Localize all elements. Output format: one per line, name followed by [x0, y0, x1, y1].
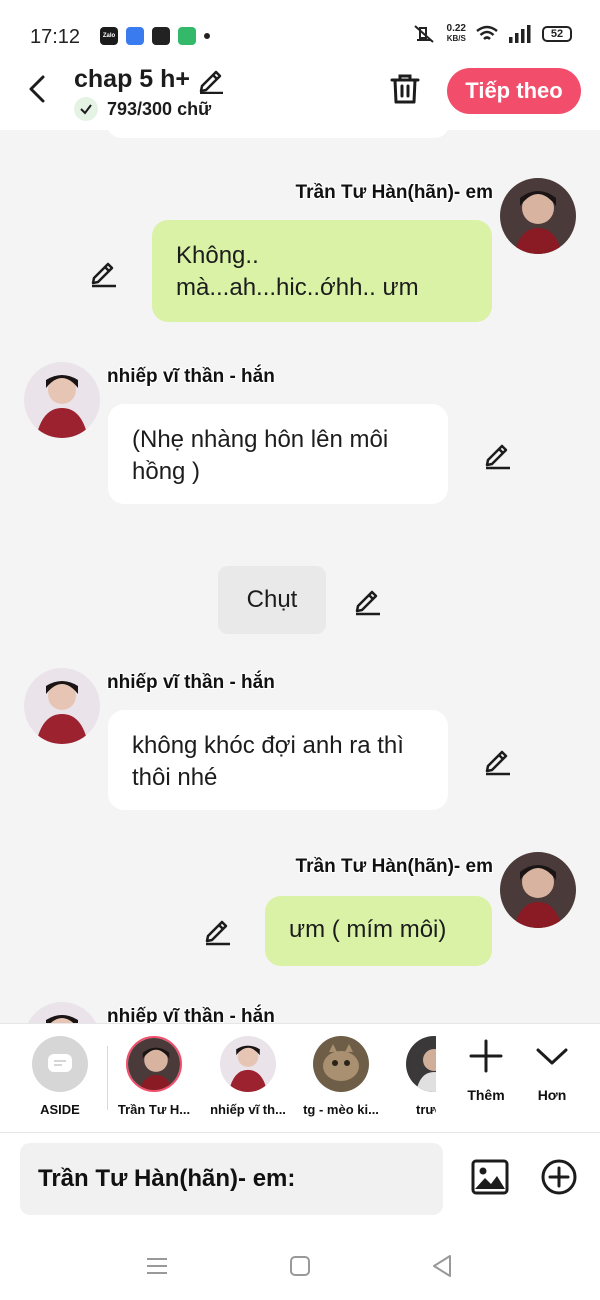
avatar	[406, 1036, 436, 1092]
message-bubble[interactable]: ưm ( mím môi)	[265, 896, 492, 966]
character-label: trươn	[416, 1102, 436, 1117]
network-speed: 0.22 KB/S	[446, 23, 466, 44]
character-selector: ASIDE Trần Tư H... nhiếp vĩ th... tg - m…	[0, 1023, 600, 1133]
character-label: ASIDE	[40, 1102, 80, 1117]
delete-button[interactable]	[388, 72, 422, 106]
check-icon	[74, 97, 98, 121]
image-icon[interactable]	[470, 1157, 510, 1197]
mute-icon	[413, 25, 434, 43]
avatar[interactable]	[24, 668, 100, 744]
next-button[interactable]: Tiếp theo	[447, 68, 581, 114]
avatar	[313, 1036, 369, 1092]
message-bubble[interactable]: (Nhẹ nhàng hôn lên môi hồng )	[108, 404, 448, 504]
divider	[107, 1046, 108, 1110]
status-time: 17:12	[30, 26, 81, 48]
home-icon[interactable]	[285, 1251, 315, 1281]
edit-message-icon[interactable]	[352, 584, 384, 616]
character-label: tg - mèo ki...	[303, 1102, 379, 1117]
wifi-icon	[476, 25, 498, 40]
message-input[interactable]: Trần Tư Hàn(hãn)- em:	[20, 1143, 443, 1215]
sender-name: nhiếp vĩ thần - hắn	[107, 1006, 275, 1023]
avatar	[220, 1036, 276, 1092]
more-button[interactable]: Hơn	[522, 1038, 582, 1103]
previous-message-bubble[interactable]	[107, 130, 449, 138]
character-item[interactable]: tg - mèo ki...	[296, 1036, 386, 1117]
character-item[interactable]: Trần Tư H...	[109, 1036, 199, 1117]
top-bar: chap 5 h+ 793/300 chữ Tiếp theo	[0, 60, 600, 130]
notification-icons: Zalo	[100, 27, 210, 45]
chevron-down-icon	[536, 1048, 568, 1065]
more-label: Hơn	[537, 1087, 567, 1103]
plus-icon	[469, 1039, 503, 1073]
message-bubble[interactable]: không khóc đợi anh ra thì thôi nhé	[108, 710, 448, 810]
zalo-icon: Zalo	[100, 27, 118, 45]
phone-app-icon	[178, 27, 196, 45]
back-nav-icon[interactable]	[428, 1251, 458, 1281]
composer: Trần Tư Hàn(hãn)- em:	[0, 1133, 600, 1233]
avatar[interactable]	[500, 178, 576, 254]
edit-message-icon[interactable]	[88, 256, 120, 288]
word-count: 793/300 chữ	[107, 99, 212, 119]
chevron-left-icon	[29, 75, 45, 103]
messenger-icon	[126, 27, 144, 45]
add-circle-icon[interactable]	[540, 1158, 578, 1196]
character-label: Trần Tư H...	[117, 1102, 191, 1117]
character-item[interactable]: nhiếp vĩ th...	[203, 1036, 293, 1117]
avatar[interactable]	[500, 852, 576, 928]
signal-icon	[509, 25, 531, 43]
status-bar: 17:12 Zalo 0.22 KB/S 52	[0, 0, 600, 60]
sender-name: Trần Tư Hàn(hãn)- em	[295, 856, 493, 877]
edit-message-icon[interactable]	[202, 914, 234, 946]
sender-name: nhiếp vĩ thần - hắn	[107, 366, 275, 387]
sender-name: Trần Tư Hàn(hãn)- em	[295, 182, 493, 203]
chat-area[interactable]: Trần Tư Hàn(hãn)- em Không.. mà...ah...h…	[0, 130, 600, 1023]
narration-bubble[interactable]: Chụt	[218, 566, 326, 634]
message-bubble[interactable]: Không.. mà...ah...hic..ớhh.. ưm	[152, 220, 492, 322]
battery-indicator: 52	[542, 26, 572, 42]
aside-icon	[32, 1036, 88, 1092]
character-aside[interactable]: ASIDE	[15, 1036, 105, 1117]
character-item[interactable]: trươn	[389, 1036, 436, 1117]
recent-apps-icon[interactable]	[142, 1251, 172, 1281]
avatar[interactable]	[24, 1002, 100, 1023]
edit-message-icon[interactable]	[482, 438, 514, 470]
add-label: Thêm	[467, 1087, 505, 1103]
character-list[interactable]: Trần Tư H... nhiếp vĩ th... tg - mèo ki.…	[109, 1024, 436, 1134]
add-character-button[interactable]: Thêm	[456, 1038, 516, 1103]
sender-name: nhiếp vĩ thần - hắn	[107, 672, 275, 693]
system-indicators: 0.22 KB/S 52	[411, 24, 572, 44]
edit-title-icon[interactable]	[196, 64, 226, 94]
more-notifications-dot	[204, 33, 210, 39]
character-label: nhiếp vĩ th...	[210, 1102, 286, 1117]
avatar	[126, 1036, 182, 1092]
avatar[interactable]	[24, 362, 100, 438]
back-button[interactable]	[20, 72, 54, 106]
chapter-title[interactable]: chap 5 h+	[74, 65, 190, 94]
tiktok-icon	[152, 27, 170, 45]
edit-message-icon[interactable]	[482, 744, 514, 776]
system-nav-bar	[0, 1233, 600, 1300]
